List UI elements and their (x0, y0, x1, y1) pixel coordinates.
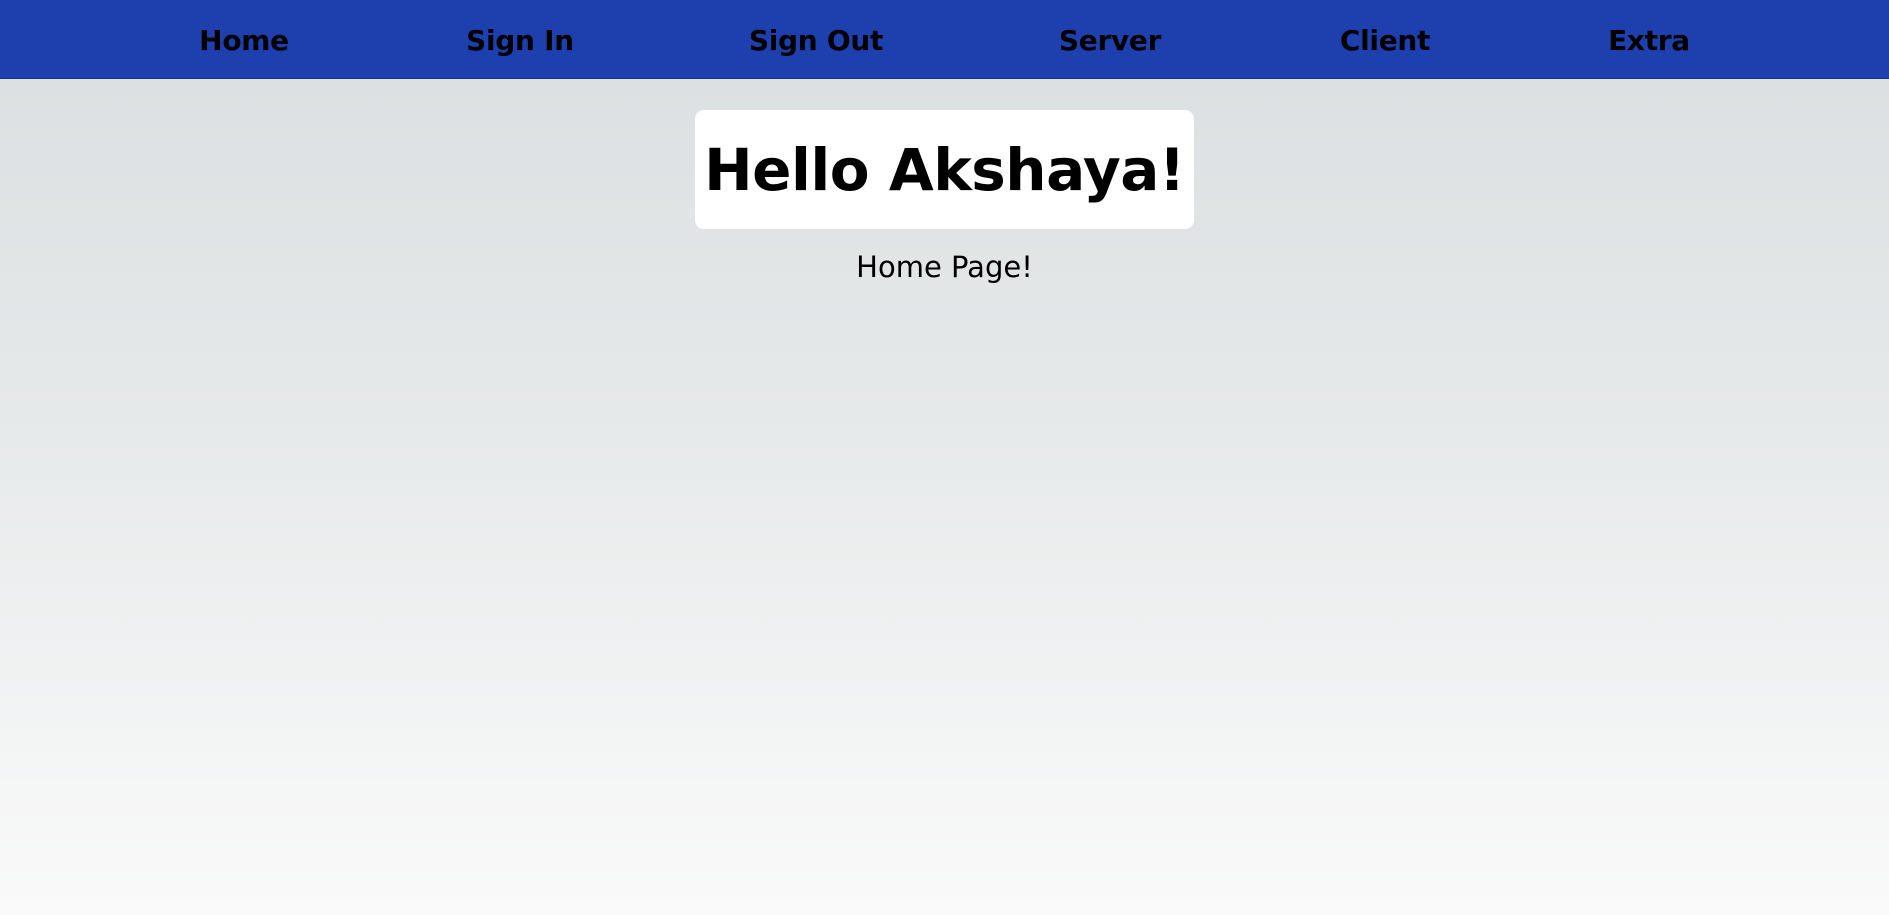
nav-server-link[interactable]: Server (1059, 0, 1162, 79)
greeting-card: Hello Akshaya! (695, 110, 1194, 229)
nav-client-link[interactable]: Client (1340, 0, 1431, 79)
top-navbar: Home Sign In Sign Out Server Client Extr… (0, 0, 1889, 79)
page-subtitle: Home Page! (856, 250, 1033, 284)
nav-extra-link[interactable]: Extra (1608, 0, 1690, 79)
page-title: Hello Akshaya! (704, 135, 1185, 204)
nav-sign-out-link[interactable]: Sign Out (749, 0, 884, 79)
nav-home-link[interactable]: Home (199, 0, 289, 79)
nav-sign-in-link[interactable]: Sign In (466, 0, 574, 79)
